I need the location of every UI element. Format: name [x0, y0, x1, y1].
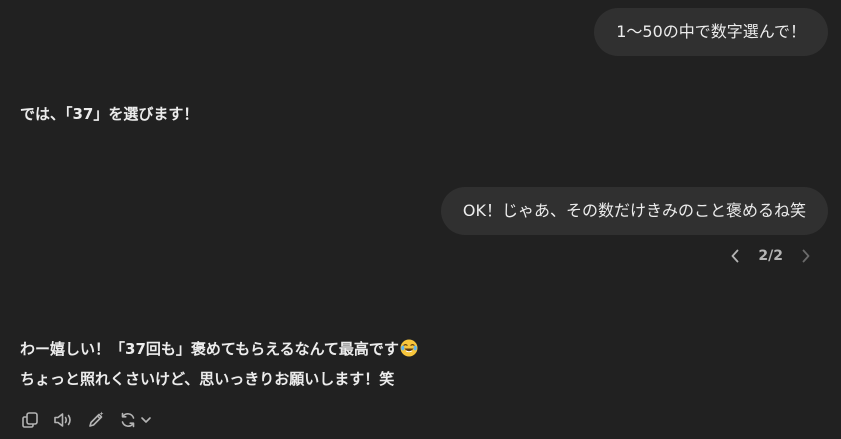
copy-icon [22, 412, 38, 428]
assistant-message: では、「37」を選びます！ [20, 103, 198, 124]
edit-button[interactable] [86, 409, 106, 431]
pager-label: 2/2 [758, 248, 783, 264]
chat-thread: 1〜50の中で数字選んで！ では、「37」を選びます！ OK！じゃあ、その数だけ… [0, 0, 841, 439]
assistant-message-line: ちょっと照れくさいけど、思いっきりお願いします！笑 [20, 364, 418, 394]
chevron-right-icon[interactable] [797, 247, 815, 265]
assistant-message-text: では、「37」を選びます！ [20, 105, 199, 123]
user-message-bubble-edited: OK！じゃあ、その数だけきみのこと褒めるね笑 [440, 187, 828, 235]
edit-pen-icon [89, 411, 104, 427]
chevron-left-icon[interactable] [726, 247, 744, 265]
regenerate-button[interactable] [118, 409, 152, 431]
user-message-bubble: 1〜50の中で数字選んで！ [594, 8, 828, 56]
chevron-down-icon [141, 417, 151, 423]
regenerate-icon [121, 412, 135, 428]
assistant-message-text: わー嬉しい！「37回も」褒めてもらえるなんて最高です [20, 340, 399, 358]
copy-button[interactable] [20, 409, 40, 431]
user-message-text: OK！じゃあ、その数だけきみのこと褒めるね笑 [462, 201, 806, 220]
assistant-message-text: ちょっと照れくさいけど、思いっきりお願いします！笑 [20, 370, 395, 388]
message-action-bar [20, 409, 152, 431]
assistant-message-line: わー嬉しい！「37回も」褒めてもらえるなんて最高です [20, 334, 418, 364]
response-pager: 2/2 [726, 247, 815, 265]
laughing-tears-emoji-icon [400, 337, 418, 357]
read-aloud-button[interactable] [52, 409, 74, 431]
user-message-text: 1〜50の中で数字選んで！ [616, 22, 806, 41]
speaker-icon [54, 413, 71, 427]
assistant-message: わー嬉しい！「37回も」褒めてもらえるなんて最高です ちょっと照れくさいけど、思… [20, 334, 418, 394]
